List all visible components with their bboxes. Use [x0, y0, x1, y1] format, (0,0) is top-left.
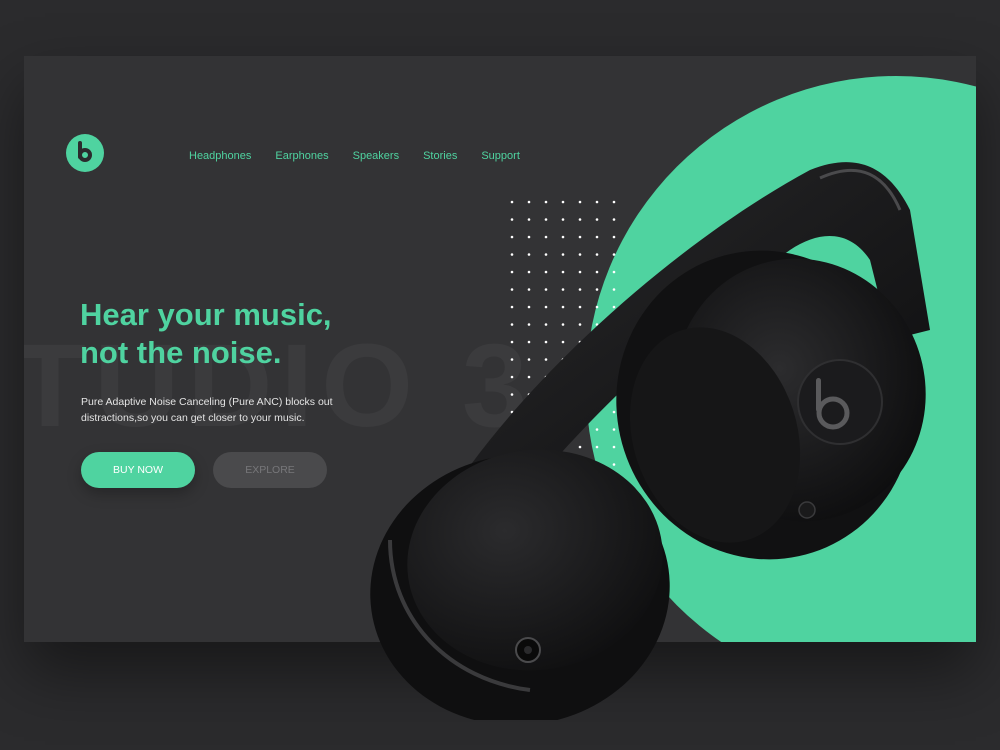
- beats-logo-icon[interactable]: [66, 134, 104, 172]
- explore-button[interactable]: EXPLORE: [213, 452, 327, 488]
- headline-line-2: not the noise.: [80, 335, 282, 370]
- headline-line-1: Hear your music,: [80, 297, 332, 332]
- beats-headphones-image: [370, 162, 930, 720]
- hero-headline: Hear your music, not the noise.: [80, 296, 420, 372]
- power-button-icon: [798, 501, 816, 519]
- buy-now-button[interactable]: BUY NOW: [81, 452, 195, 488]
- nav-earphones[interactable]: Earphones: [275, 150, 328, 162]
- hero-description: Pure Adaptive Noise Canceling (Pure ANC)…: [81, 396, 333, 424]
- nav-headphones[interactable]: Headphones: [189, 150, 251, 162]
